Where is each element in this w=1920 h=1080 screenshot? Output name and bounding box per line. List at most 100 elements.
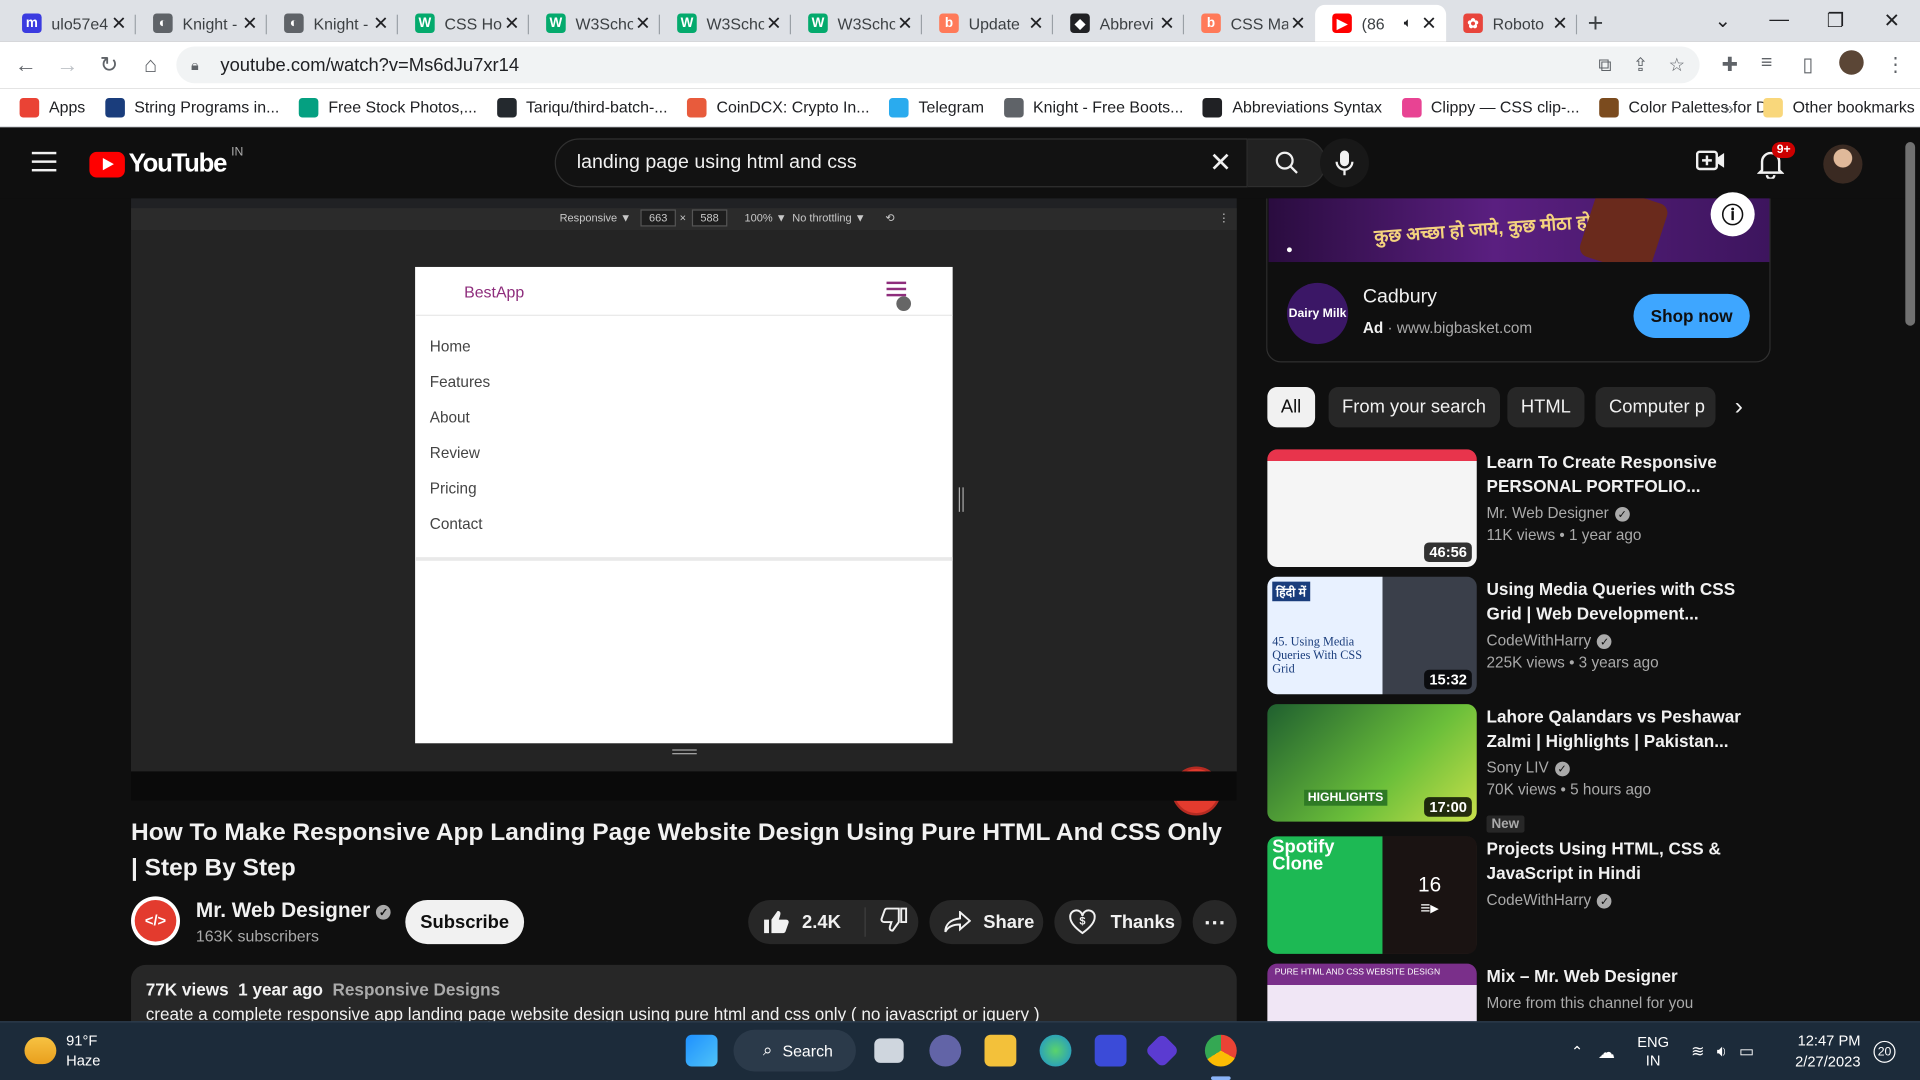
bookmark-item[interactable]: Color Palettes for D... bbox=[1599, 97, 1781, 117]
video-channel[interactable]: Sony LIV ✓ bbox=[1487, 759, 1570, 776]
tab-audio-icon[interactable]: 🔈︎ bbox=[1404, 15, 1412, 31]
edge-browser-icon[interactable] bbox=[1039, 1034, 1072, 1067]
bookmark-item[interactable]: Abbreviations Syntax bbox=[1203, 97, 1382, 117]
start-windows-icon[interactable] bbox=[685, 1034, 718, 1067]
side-panel-icon[interactable]: ▯ bbox=[1802, 53, 1813, 77]
chip-all[interactable]: All bbox=[1267, 386, 1315, 428]
shop-now-button[interactable]: Shop now bbox=[1633, 293, 1750, 338]
tab-close-icon[interactable]: ✕ bbox=[1288, 12, 1308, 34]
chrome-icon[interactable] bbox=[1204, 1034, 1237, 1067]
tab-close-icon[interactable]: ✕ bbox=[895, 12, 915, 34]
search-input[interactable]: landing page using html and css ✕ bbox=[554, 138, 1248, 188]
voice-search-button[interactable] bbox=[1320, 138, 1369, 188]
browser-tab[interactable]: ▶ (86 🔈︎ ✕ bbox=[1315, 4, 1447, 42]
video-title[interactable]: Using Media Queries with CSS Grid | Web … bbox=[1487, 577, 1744, 626]
browser-tab[interactable]: ◐ Knight - ✕ bbox=[267, 5, 398, 42]
video-title[interactable]: Mix – Mr. Web Designer bbox=[1487, 964, 1744, 988]
new-tab-button[interactable]: + bbox=[1577, 5, 1614, 42]
chip-computer-programming[interactable]: Computer p bbox=[1595, 386, 1716, 428]
address-bar[interactable]: 🔒︎ youtube.com/watch?v=Ms6dJu7xr14 ⧉ ⇪ ☆ bbox=[176, 46, 1700, 84]
video-channel[interactable]: More from this channel for you bbox=[1487, 994, 1694, 1011]
account-avatar[interactable] bbox=[1823, 144, 1863, 184]
subscribe-button[interactable]: Subscribe bbox=[405, 900, 525, 945]
bookmark-star-icon[interactable]: ☆ bbox=[1668, 54, 1684, 76]
chevron-right-icon[interactable]: › bbox=[1724, 387, 1753, 427]
reload-button[interactable]: ↻ bbox=[91, 47, 128, 84]
share-page-icon[interactable]: ⇪ bbox=[1633, 54, 1648, 76]
notification-center-badge[interactable]: 20 bbox=[1873, 1040, 1896, 1063]
app-icon[interactable] bbox=[1144, 1033, 1180, 1068]
recommended-video[interactable]: Spotify Clone 16 ≡▸ Projects Using HTML, CS… bbox=[1267, 836, 1769, 955]
tab-close-icon[interactable]: ✕ bbox=[1157, 12, 1177, 34]
channel-avatar[interactable]: </> bbox=[131, 896, 181, 946]
browser-tab[interactable]: m ulo57e4 ✕ bbox=[5, 5, 136, 42]
like-button[interactable]: 2.4K bbox=[748, 907, 866, 937]
youtube-logo[interactable]: YouTube IN bbox=[89, 145, 243, 178]
chip-from-your-search[interactable]: From your search bbox=[1328, 386, 1500, 428]
create-video-icon[interactable] bbox=[1695, 148, 1725, 179]
vscode-alt-icon[interactable] bbox=[1094, 1034, 1127, 1067]
browser-tab[interactable]: ✿ Roboto ✕ bbox=[1446, 5, 1578, 42]
tab-close-icon[interactable]: ✕ bbox=[764, 12, 784, 34]
forward-button[interactable]: → bbox=[49, 47, 86, 84]
taskbar-search[interactable]: ⌕ Search bbox=[733, 1029, 856, 1072]
tab-close-icon[interactable]: ✕ bbox=[502, 12, 522, 34]
bookmark-item[interactable]: Free Stock Photos,... bbox=[298, 97, 477, 117]
video-thumbnail[interactable]: Spotify Clone 16 ≡▸ bbox=[1267, 836, 1477, 954]
tab-close-icon[interactable]: ✕ bbox=[1550, 12, 1570, 34]
video-title[interactable]: Projects Using HTML, CSS & JavaScript in… bbox=[1487, 836, 1744, 885]
video-title[interactable]: Learn To Create Responsive PERSONAL PORT… bbox=[1487, 449, 1744, 498]
browser-tab[interactable]: ◆ Abbrevi ✕ bbox=[1053, 5, 1185, 42]
video-thumbnail[interactable]: 45. Using Media Queries With CSS Grid हिं… bbox=[1267, 576, 1477, 695]
bookmark-item[interactable]: Clippy — CSS clip-... bbox=[1401, 97, 1580, 117]
tab-search-chevron-icon[interactable]: ⌄ bbox=[1695, 9, 1751, 33]
video-channel[interactable]: CodeWithHarry ✓ bbox=[1487, 632, 1612, 649]
browser-tab[interactable]: ◐ Knight - ✕ bbox=[136, 5, 267, 42]
bookmark-item[interactable]: String Programs in... bbox=[104, 97, 279, 117]
task-view-icon[interactable] bbox=[874, 1038, 904, 1063]
recommended-video[interactable]: 46:56 Learn To Create Responsive PERSONAL… bbox=[1267, 449, 1769, 568]
tab-close-icon[interactable]: ✕ bbox=[1419, 12, 1439, 34]
video-player[interactable]: Responsive ▼ 663 × 588 100% ▼ No throttl… bbox=[131, 198, 1237, 816]
browser-tab[interactable]: W W3Scho ✕ bbox=[529, 5, 661, 42]
dislike-button[interactable] bbox=[866, 907, 908, 936]
chip-html[interactable]: HTML bbox=[1507, 386, 1585, 428]
media-control-icon[interactable]: ≡ bbox=[1761, 53, 1772, 75]
close-window-button[interactable]: ✕ bbox=[1864, 9, 1920, 33]
video-title[interactable]: Lahore Qalandars vs Peshawar Zalmi | Hig… bbox=[1487, 704, 1744, 753]
recommended-video[interactable]: HIGHLIGHTS 17:00 Lahore Qalandars vs Pesha… bbox=[1267, 704, 1769, 833]
ad-banner[interactable]: कुछ अच्छा हो जाये, कुछ मीठा हो जाये. bbox=[1268, 198, 1770, 263]
wifi-icon[interactable]: ≋ bbox=[1691, 1042, 1704, 1062]
description-tag[interactable]: Responsive Designs bbox=[333, 980, 501, 1000]
guide-menu-icon[interactable] bbox=[31, 151, 57, 172]
weather-widget[interactable]: 91°F Haze bbox=[24, 1031, 100, 1070]
page-scrollbar[interactable] bbox=[1905, 142, 1916, 326]
tab-close-icon[interactable]: ✕ bbox=[109, 12, 129, 34]
channel-name[interactable]: Mr. Web Designer ✓ bbox=[196, 899, 392, 923]
search-button[interactable] bbox=[1247, 138, 1327, 188]
advertiser-name[interactable]: Cadbury bbox=[1363, 287, 1437, 309]
home-button[interactable]: ⌂ bbox=[132, 47, 169, 84]
video-channel[interactable]: Mr. Web Designer ✓ bbox=[1487, 504, 1630, 522]
open-in-app-icon[interactable]: ⧉ bbox=[1598, 54, 1611, 75]
share-button[interactable]: Share bbox=[929, 900, 1044, 945]
tab-close-icon[interactable]: ✕ bbox=[371, 12, 391, 34]
onedrive-cloud-icon[interactable]: ☁ bbox=[1598, 1041, 1615, 1062]
bookmarks-overflow-button[interactable]: » bbox=[1724, 97, 1734, 117]
clock[interactable]: 12:47 PM 2/27/2023 bbox=[1795, 1031, 1860, 1073]
bookmark-item[interactable]: Apps bbox=[19, 97, 85, 117]
bookmark-item[interactable]: Telegram bbox=[889, 97, 984, 117]
tab-close-icon[interactable]: ✕ bbox=[1026, 12, 1046, 34]
browser-tab[interactable]: W W3Scho ✕ bbox=[791, 5, 923, 42]
browser-tab[interactable]: W CSS Ho ✕ bbox=[398, 5, 529, 42]
more-actions-button[interactable]: ⋯ bbox=[1192, 900, 1237, 945]
recommended-video[interactable]: 45. Using Media Queries With CSS Grid हिं… bbox=[1267, 576, 1769, 696]
minimize-button[interactable]: — bbox=[1751, 10, 1807, 32]
clear-search-icon[interactable]: ✕ bbox=[1209, 147, 1232, 179]
tab-close-icon[interactable]: ✕ bbox=[633, 12, 653, 34]
other-bookmarks[interactable]: Other bookmarks bbox=[1763, 97, 1915, 117]
ad-info-icon[interactable]: ⓘ bbox=[1710, 192, 1755, 237]
browser-tab[interactable]: b Update ✕ bbox=[922, 5, 1054, 42]
video-channel[interactable]: CodeWithHarry ✓ bbox=[1487, 891, 1612, 909]
bookmark-item[interactable]: Tariqu/third-batch-... bbox=[496, 97, 668, 117]
